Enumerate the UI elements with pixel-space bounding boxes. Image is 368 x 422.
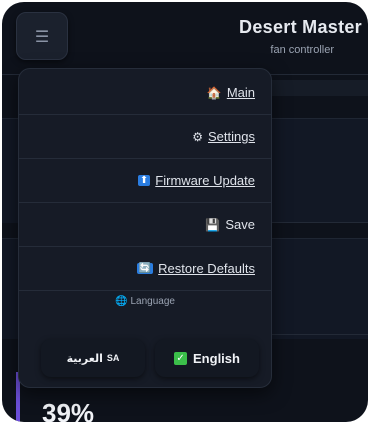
app-screen: ☰ Desert Master fan controller 39% 🏠 Mai… (2, 2, 368, 422)
navigation-menu: 🏠 Main ⚙ Settings ⬆ Firmware Update 💾 Sa… (18, 68, 272, 388)
fan-speed-percent: 39% (42, 398, 95, 422)
menu-item-label: Firmware Update (155, 173, 255, 188)
restore-icon: 🔄 (136, 263, 154, 274)
language-option-label: العربية (66, 352, 103, 365)
app-title: Desert Master (239, 17, 362, 37)
language-option-label: English (193, 350, 240, 366)
menu-item-restore-defaults[interactable]: 🔄 Restore Defaults (19, 247, 271, 291)
home-icon: 🏠 (206, 85, 222, 100)
menu-item-save[interactable]: 💾 Save (19, 203, 271, 247)
menu-item-label: Main (226, 85, 255, 100)
menu-item-label: Save (225, 217, 255, 232)
language-header: 🌐 Language (19, 296, 271, 307)
divider (272, 222, 368, 223)
divider (272, 334, 368, 335)
language-arabic-button[interactable]: العربية SA (41, 339, 145, 377)
menu-item-label: Restore Defaults (158, 261, 255, 276)
language-label: Language (130, 296, 175, 307)
menu-item-firmware-update[interactable]: ⬆ Firmware Update (19, 159, 271, 203)
language-english-button[interactable]: ✓ English (155, 339, 259, 377)
menu-item-label: Settings (208, 129, 255, 144)
menu-item-settings[interactable]: ⚙ Settings (19, 115, 271, 159)
upload-icon: ⬆ (137, 175, 151, 186)
app-subtitle: fan controller (270, 44, 334, 56)
floppy-icon: 💾 (205, 217, 221, 232)
sa-flag-icon: SA (106, 353, 120, 363)
gear-icon: ⚙ (192, 129, 204, 144)
menu-item-main[interactable]: 🏠 Main (19, 71, 271, 115)
globe-icon: 🌐 (115, 296, 128, 307)
hamburger-icon: ☰ (34, 26, 50, 46)
menu-toggle-button[interactable]: ☰ (16, 12, 68, 60)
checkmark-icon: ✓ (174, 351, 188, 365)
